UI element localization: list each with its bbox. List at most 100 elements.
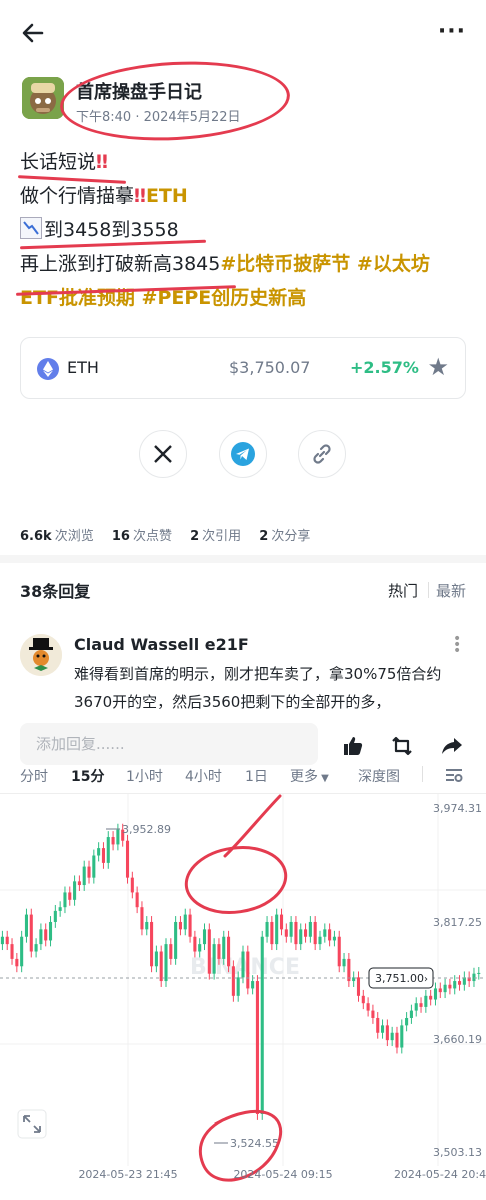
candle-body — [222, 936, 226, 959]
candle-body — [400, 1025, 404, 1048]
candlestick-chart[interactable]: BINANCE 3,751.00 › 3,974.31 3,817.25 3,6… — [0, 794, 486, 1200]
y-tick: 3,660.19 — [433, 1033, 482, 1046]
telegram-icon — [231, 442, 255, 466]
candle-body — [457, 981, 462, 985]
candle-body — [164, 944, 168, 982]
coin-price: $3,750.07 — [229, 358, 311, 377]
tab-15min[interactable]: 15分 — [71, 766, 104, 786]
candle-body — [178, 921, 182, 930]
quotes-label: 次引用 — [202, 529, 242, 544]
hashtag-links[interactable]: #比特币披萨节 #以太坊 — [220, 253, 429, 275]
tab-more[interactable]: 更多 ▼ — [290, 766, 329, 786]
candle-body — [381, 1025, 385, 1033]
tab-timeline[interactable]: 分时 — [20, 766, 48, 786]
current-price-value: 3,751.00 — [375, 972, 424, 985]
candle-body — [44, 929, 48, 941]
expand-icon[interactable] — [17, 1109, 47, 1139]
candle-body — [188, 914, 192, 937]
tab-depth[interactable]: 深度图 — [358, 766, 400, 786]
red-annotation-oval — [58, 56, 292, 146]
candle-body — [63, 892, 67, 908]
thumbs-up-icon[interactable] — [341, 734, 365, 758]
candle-body — [212, 944, 216, 974]
current-price-tag[interactable]: 3,751.00 › — [368, 967, 434, 989]
tab-more-label: 更多 — [290, 769, 318, 785]
share-link-button[interactable] — [298, 430, 346, 478]
candle-body — [414, 1003, 418, 1011]
coin-card-eth[interactable]: ETH $3,750.07 +2.57% ★ — [20, 337, 466, 399]
candle-body — [332, 936, 336, 941]
reply-more-icon[interactable]: • • • — [453, 632, 461, 658]
candle-body — [92, 855, 96, 878]
post-line-3: 到3458到3558 — [44, 219, 179, 241]
x-logo-icon — [154, 445, 172, 463]
chart-settings-icon[interactable] — [444, 766, 464, 784]
candle-body — [419, 1003, 423, 1007]
author-avatar[interactable] — [22, 77, 64, 119]
eth-cashtag[interactable]: ETH — [146, 185, 188, 207]
candle-body — [241, 951, 245, 978]
chart-decreasing-icon — [20, 217, 42, 239]
shares-count: 2 — [259, 529, 269, 544]
candle-body — [20, 936, 24, 967]
tab-4hour[interactable]: 4小时 — [185, 766, 222, 786]
low-price-label: 3,524.55 — [230, 1137, 279, 1150]
candle-body — [260, 936, 264, 1114]
candle-body — [318, 936, 322, 945]
candle-body — [265, 921, 269, 937]
candle-body — [34, 944, 38, 952]
candle-body — [385, 1025, 389, 1041]
back-arrow-icon[interactable] — [18, 18, 48, 48]
candle-body — [299, 929, 303, 945]
more-options-icon[interactable]: ··· — [438, 21, 466, 43]
candle-body — [53, 910, 57, 922]
candle-body — [251, 981, 255, 989]
candle-body — [424, 995, 428, 1007]
candle-body — [5, 936, 9, 945]
candle-body — [106, 837, 110, 863]
sort-hot-tab[interactable]: 热门 — [388, 580, 418, 601]
tab-1day[interactable]: 1日 — [245, 766, 268, 786]
share-arrow-icon[interactable] — [440, 734, 464, 758]
tabs-separator — [422, 766, 423, 782]
y-tick: 3,503.13 — [433, 1146, 482, 1159]
reply-avatar[interactable] — [20, 634, 62, 676]
candle-body — [390, 1032, 394, 1041]
section-divider — [0, 555, 486, 563]
tab-1hour[interactable]: 1小时 — [126, 766, 163, 786]
repost-icon[interactable] — [390, 734, 414, 758]
views-count: 6.6k — [20, 529, 52, 544]
sort-new-tab[interactable]: 最新 — [436, 580, 466, 601]
share-x-button[interactable] — [139, 430, 187, 478]
candle-body — [207, 929, 211, 974]
candle-body — [193, 936, 197, 952]
candle-body — [279, 914, 284, 930]
candle-body — [97, 848, 101, 856]
reply-author-name[interactable]: Claud Wassell e21F — [74, 635, 249, 654]
candle-body — [270, 921, 274, 945]
candle-body — [304, 929, 308, 937]
candle-body — [140, 907, 144, 930]
candle-body — [227, 936, 231, 967]
views-label: 次浏览 — [54, 529, 94, 544]
candle-body — [125, 840, 130, 878]
candle-body — [48, 921, 53, 941]
chart-interval-tabs: 分时 15分 1小时 4小时 1日 更多 ▼ 深度图 — [0, 766, 486, 788]
chevron-right-icon: › — [424, 974, 428, 985]
shares-label: 次分享 — [271, 529, 311, 544]
candle-body — [101, 848, 105, 863]
candle-body — [429, 995, 433, 1000]
comment-input[interactable]: 添加回复...... — [20, 723, 318, 765]
candle-body — [477, 972, 481, 974]
star-icon[interactable]: ★ — [427, 355, 449, 379]
double-exclamation-icon: ‼ — [134, 185, 146, 207]
candle-body — [342, 958, 346, 967]
candle-body — [68, 892, 72, 900]
candle-body — [217, 944, 221, 959]
candle-body — [150, 921, 154, 967]
post-line-4: 再上涨到打破新高3845 — [20, 253, 221, 275]
post-line-2: 做个行情描摹 — [20, 185, 135, 207]
candle-body — [337, 936, 341, 967]
candle-body — [289, 921, 293, 937]
share-telegram-button[interactable] — [219, 430, 267, 478]
